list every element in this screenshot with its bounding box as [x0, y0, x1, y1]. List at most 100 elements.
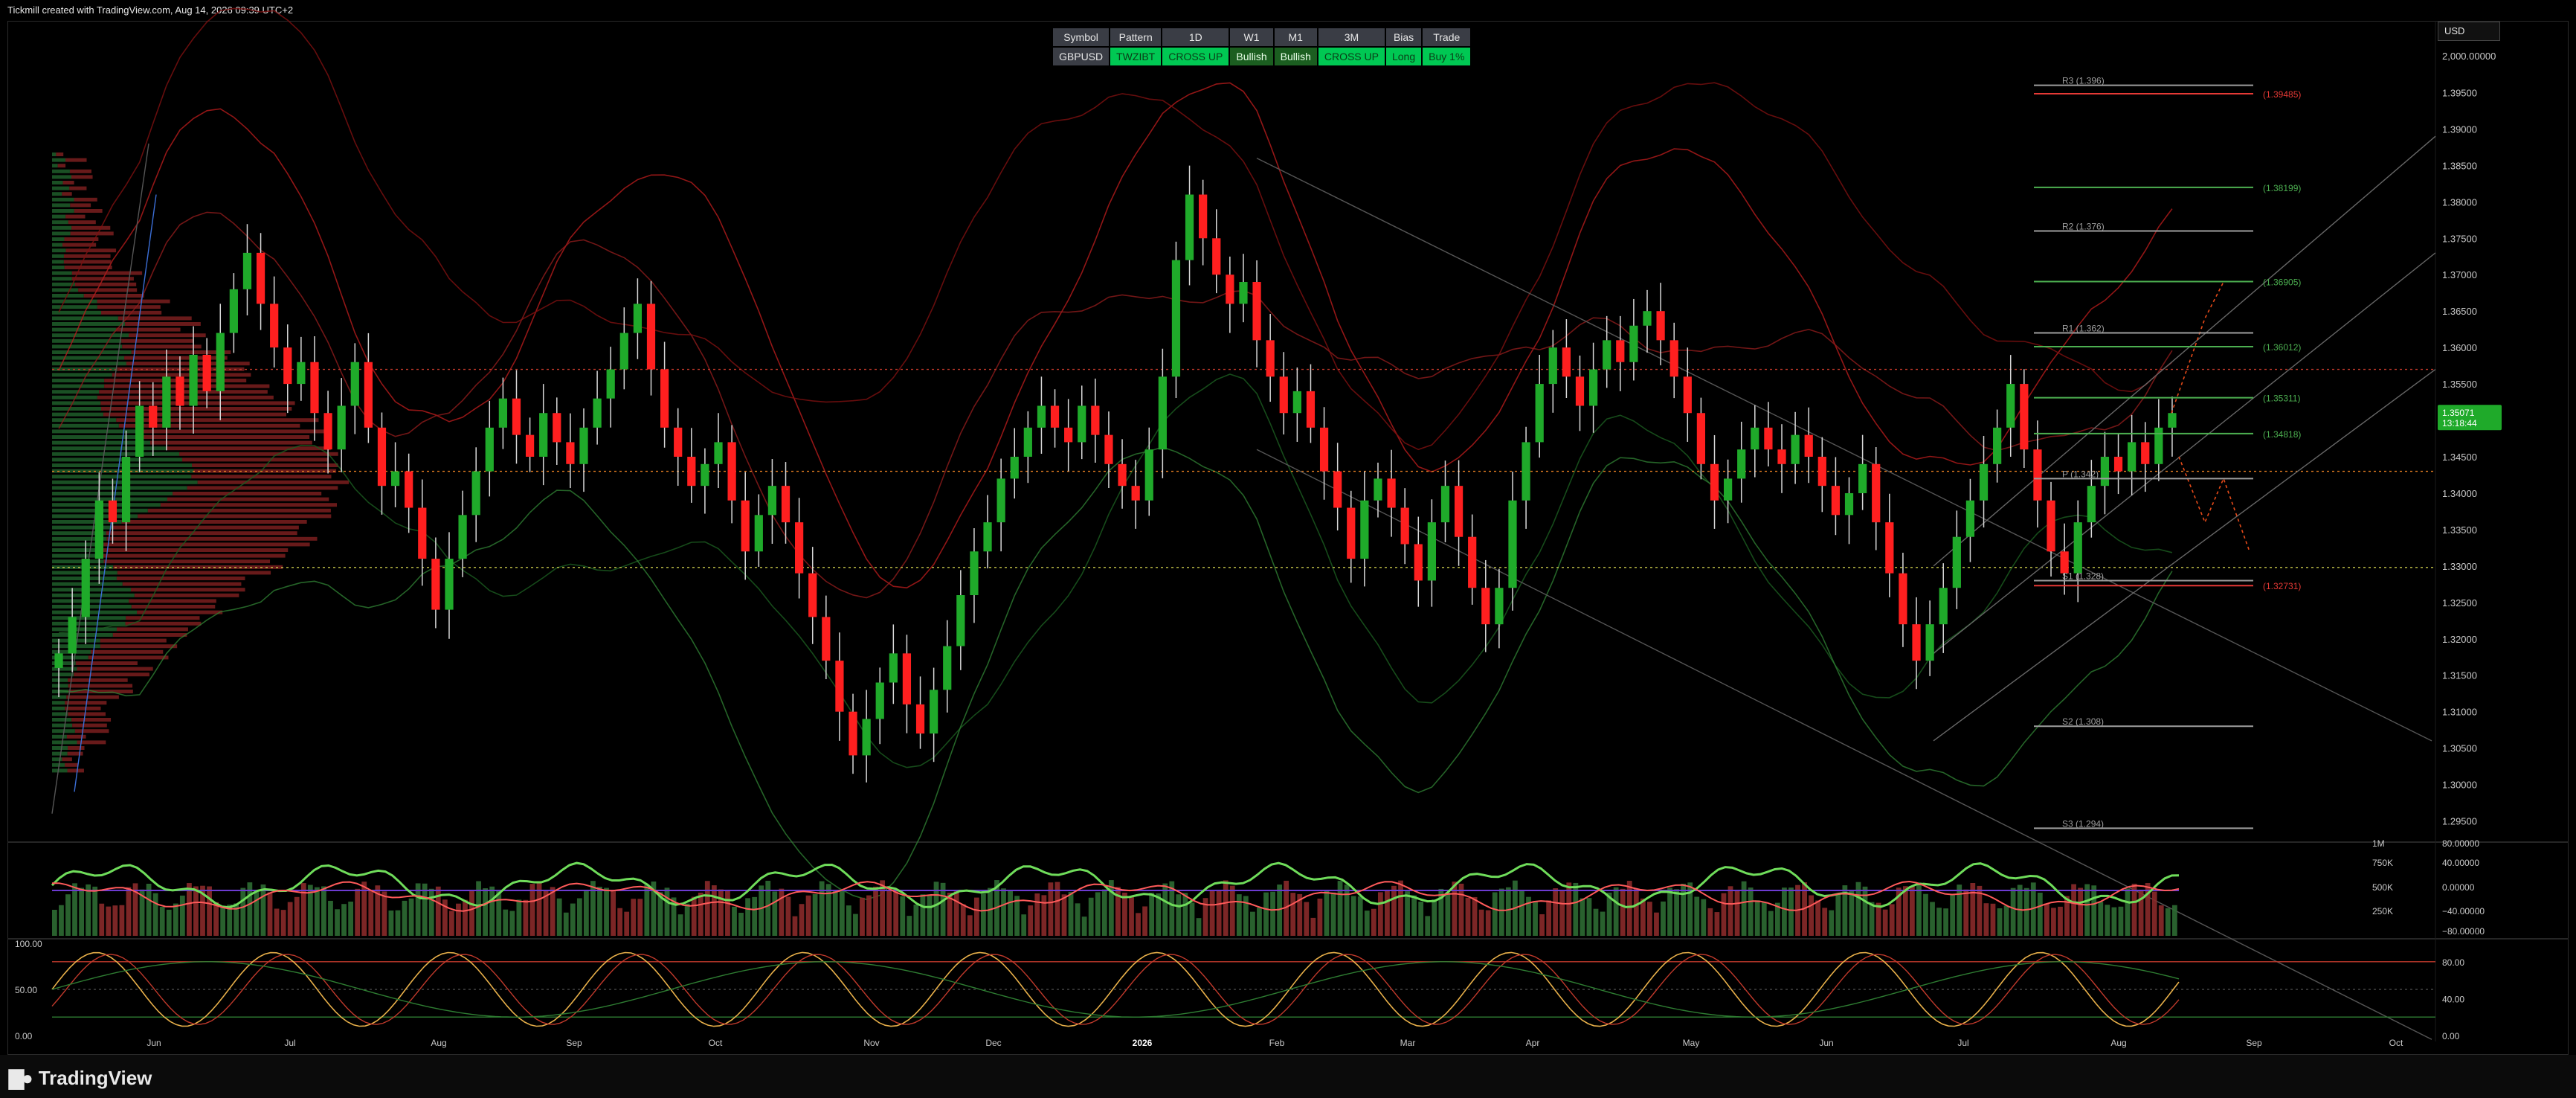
volume-bar: [1835, 894, 1841, 936]
volume-profile-bar: [106, 531, 297, 535]
volume-bar: [1647, 902, 1652, 936]
volume-profile-bar: [131, 588, 245, 591]
candle-body: [579, 428, 587, 464]
candle-body: [660, 370, 669, 428]
volume-profile-bar: [67, 735, 86, 739]
volume-profile-bar: [52, 344, 122, 348]
volume-profile-bar: [52, 390, 99, 394]
volume-bar: [1109, 880, 1114, 936]
candle-body: [2114, 457, 2122, 472]
volume-profile-bar: [52, 407, 101, 411]
volume-profile-bar: [52, 475, 191, 478]
volume-bar: [799, 904, 805, 936]
candle-body: [2061, 551, 2069, 573]
volume-bar: [806, 896, 811, 936]
volume-profile-bar: [126, 616, 199, 620]
volume-profile-bar: [52, 740, 77, 744]
volume-bar: [550, 887, 556, 936]
y-axis-tick-label: 1.29500: [2442, 816, 2477, 827]
candle-body: [1899, 574, 1907, 625]
chart-canvas[interactable]: 1.39500 1.39000 1.38500 1.38000 1.37500 1.370…: [0, 0, 2576, 1055]
volume-profile-bar: [52, 599, 129, 603]
candle-body: [607, 370, 615, 399]
candle-body: [1252, 282, 1260, 340]
candle-body: [1818, 457, 1826, 486]
volume-bar: [981, 893, 986, 936]
stochastic-left-axis-label: 50.00: [15, 985, 37, 995]
volume-bar: [644, 884, 649, 936]
volume-profile-bar: [74, 209, 103, 213]
volume-bar: [99, 904, 104, 936]
volume-profile-bar: [91, 650, 163, 654]
candle-body: [1872, 464, 1880, 522]
volume-profile-bar: [74, 672, 149, 676]
candle-body: [1011, 457, 1019, 478]
candle-body: [1764, 428, 1772, 449]
volume-profile-bar: [100, 548, 289, 552]
currency-selector[interactable]: USD: [2438, 22, 2500, 41]
volume-bar: [590, 881, 596, 936]
volume-profile-bar: [52, 401, 100, 405]
candle-body: [2141, 442, 2149, 463]
candle-body: [1536, 384, 1544, 442]
volume-bar: [1351, 896, 1356, 936]
pivot-label: (1.34818): [2263, 429, 2301, 440]
volume-profile-bar: [52, 446, 167, 450]
y-axis-tick-label: 1.35500: [2442, 379, 2477, 390]
volume-bar: [1129, 896, 1134, 936]
pivot-label: (1.35311): [2263, 394, 2300, 404]
volume-profile-bar: [52, 418, 116, 422]
candle-body: [1805, 435, 1813, 457]
candle-body: [1966, 501, 1974, 537]
volume-bar: [954, 891, 959, 936]
pivot-label: P (1.342): [2062, 469, 2099, 479]
volume-profile-bar: [191, 475, 331, 478]
volume-bar: [927, 896, 933, 936]
candle-body: [1939, 588, 1948, 624]
volume-bar: [886, 890, 892, 936]
volume-bar: [2038, 893, 2043, 936]
volume-bar: [1197, 918, 1202, 936]
candle-body: [351, 362, 359, 406]
volume-bar: [1701, 899, 1706, 936]
volume-profile-bar: [52, 486, 187, 489]
candle-body: [1549, 347, 1557, 384]
candle-body: [768, 486, 776, 515]
candle-body: [634, 304, 642, 333]
volume-bar: [1674, 889, 1679, 936]
candle-body: [1724, 478, 1732, 500]
volume-profile-bar: [52, 231, 71, 235]
candle-body: [795, 522, 803, 574]
candle-body: [1293, 391, 1301, 413]
volume-profile-bar: [121, 339, 194, 343]
volume-bar: [2119, 907, 2124, 936]
candle-body: [1562, 347, 1571, 376]
volume-bar: [1991, 904, 1996, 936]
candle-body: [1091, 405, 1099, 434]
x-axis-tick-label: May: [1683, 1038, 1700, 1048]
volume-bar: [1069, 892, 1074, 936]
y-axis-tick-label: 1.31500: [2442, 670, 2477, 681]
x-axis-tick-label: Jul: [1957, 1038, 1968, 1048]
volume-bar: [1950, 895, 1955, 936]
volume-profile-bar: [52, 175, 71, 179]
volume-profile-bar: [125, 322, 201, 326]
volume-bar: [1903, 886, 1908, 936]
volume-bar: [416, 883, 421, 936]
candle-body: [1212, 238, 1220, 274]
volume-bar: [1230, 886, 1235, 936]
volume-profile-bar: [68, 752, 83, 756]
currency-label: USD: [2444, 25, 2464, 36]
volume-bar: [281, 910, 286, 936]
volume-bar: [2051, 908, 2056, 936]
volume-profile-bar: [124, 356, 228, 360]
candle-body: [1953, 537, 1961, 588]
volume-bar: [752, 897, 757, 936]
tradingview-logo[interactable]: ▇● TradingView: [9, 1067, 152, 1090]
volume-bar: [1290, 893, 1295, 936]
y-axis-tick-label: 1.38000: [2442, 196, 2477, 208]
candle-body: [835, 661, 843, 712]
volume-bar: [389, 911, 394, 936]
volume-profile-bar: [52, 633, 113, 637]
volume-bar: [1345, 884, 1350, 936]
